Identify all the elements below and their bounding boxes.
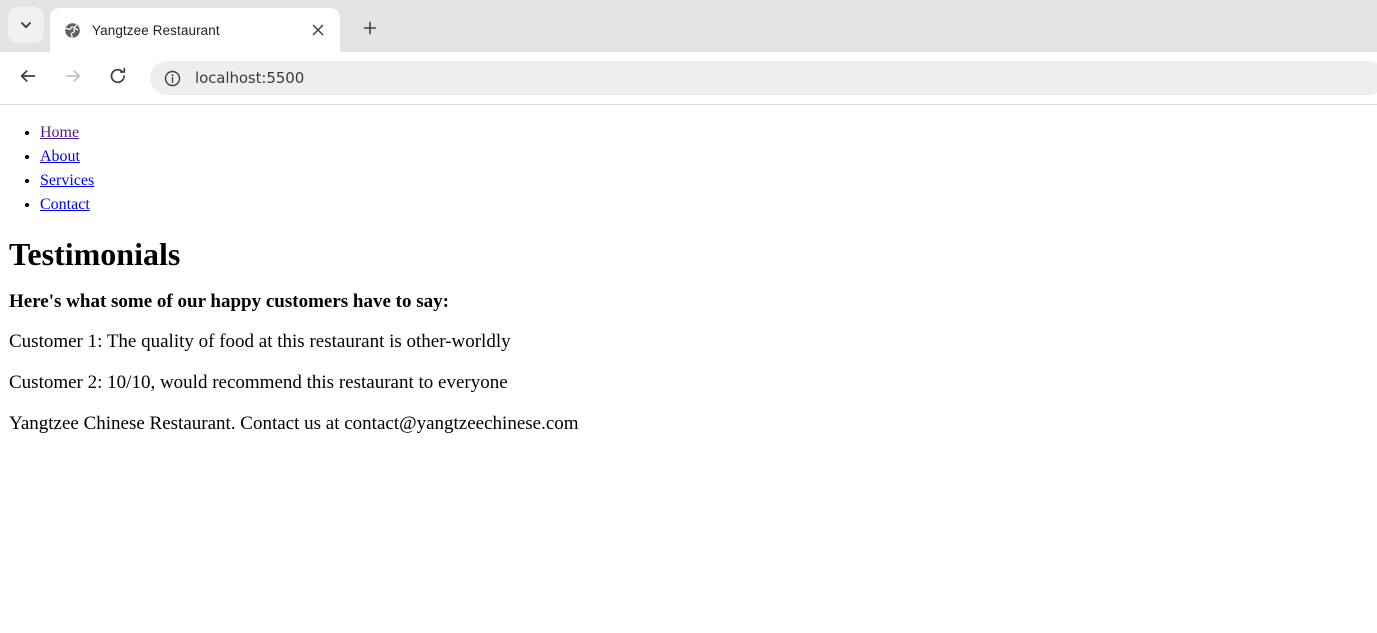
forward-arrow-icon bbox=[63, 66, 83, 91]
address-bar[interactable]: localhost:5500 bbox=[150, 61, 1377, 95]
site-nav-list: Home About Services Contact bbox=[0, 121, 1377, 217]
list-item: Services bbox=[40, 169, 1377, 193]
list-item: Home bbox=[40, 121, 1377, 145]
tab-strip: Yangtzee Restaurant bbox=[0, 0, 1377, 52]
testimonial-item: Customer 2: 10/10, would recommend this … bbox=[9, 372, 508, 394]
browser-window: Yangtzee Restaurant localhost:5500 • Hom… bbox=[0, 0, 1377, 633]
forward-button bbox=[57, 62, 89, 94]
browser-toolbar: localhost:5500 bbox=[0, 52, 1377, 104]
tab-title: Yangtzee Restaurant bbox=[92, 22, 220, 38]
list-item: Contact bbox=[40, 193, 1377, 217]
tab-search-button[interactable] bbox=[8, 7, 44, 43]
globe-icon bbox=[64, 22, 81, 39]
new-tab-button[interactable] bbox=[354, 14, 386, 46]
reload-icon bbox=[108, 66, 128, 91]
nav-link-contact[interactable]: Contact bbox=[40, 196, 90, 213]
page-footer: Yangtzee Chinese Restaurant. Contact us … bbox=[9, 413, 579, 435]
nav-link-home[interactable]: Home bbox=[40, 124, 79, 141]
list-item: About bbox=[40, 145, 1377, 169]
testimonial-item: Customer 1: The quality of food at this … bbox=[9, 331, 511, 353]
reload-button[interactable] bbox=[102, 62, 134, 94]
chevron-down-icon bbox=[19, 18, 33, 32]
browser-tab[interactable]: Yangtzee Restaurant bbox=[50, 8, 340, 52]
close-icon[interactable] bbox=[306, 18, 330, 42]
nav-link-about[interactable]: About bbox=[40, 148, 80, 165]
url-text: localhost:5500 bbox=[195, 69, 305, 87]
nav-link-services[interactable]: Services bbox=[40, 172, 94, 189]
back-button[interactable] bbox=[12, 62, 44, 94]
plus-icon bbox=[363, 21, 377, 40]
info-circle-icon[interactable] bbox=[158, 64, 186, 92]
tab-list: Yangtzee Restaurant bbox=[50, 8, 386, 52]
back-arrow-icon bbox=[18, 66, 38, 91]
section-subheading: Here's what some of our happy customers … bbox=[9, 290, 449, 312]
page-viewport: Home About Services Contact Testimonials… bbox=[0, 105, 1377, 633]
page-title: Testimonials bbox=[9, 235, 181, 272]
